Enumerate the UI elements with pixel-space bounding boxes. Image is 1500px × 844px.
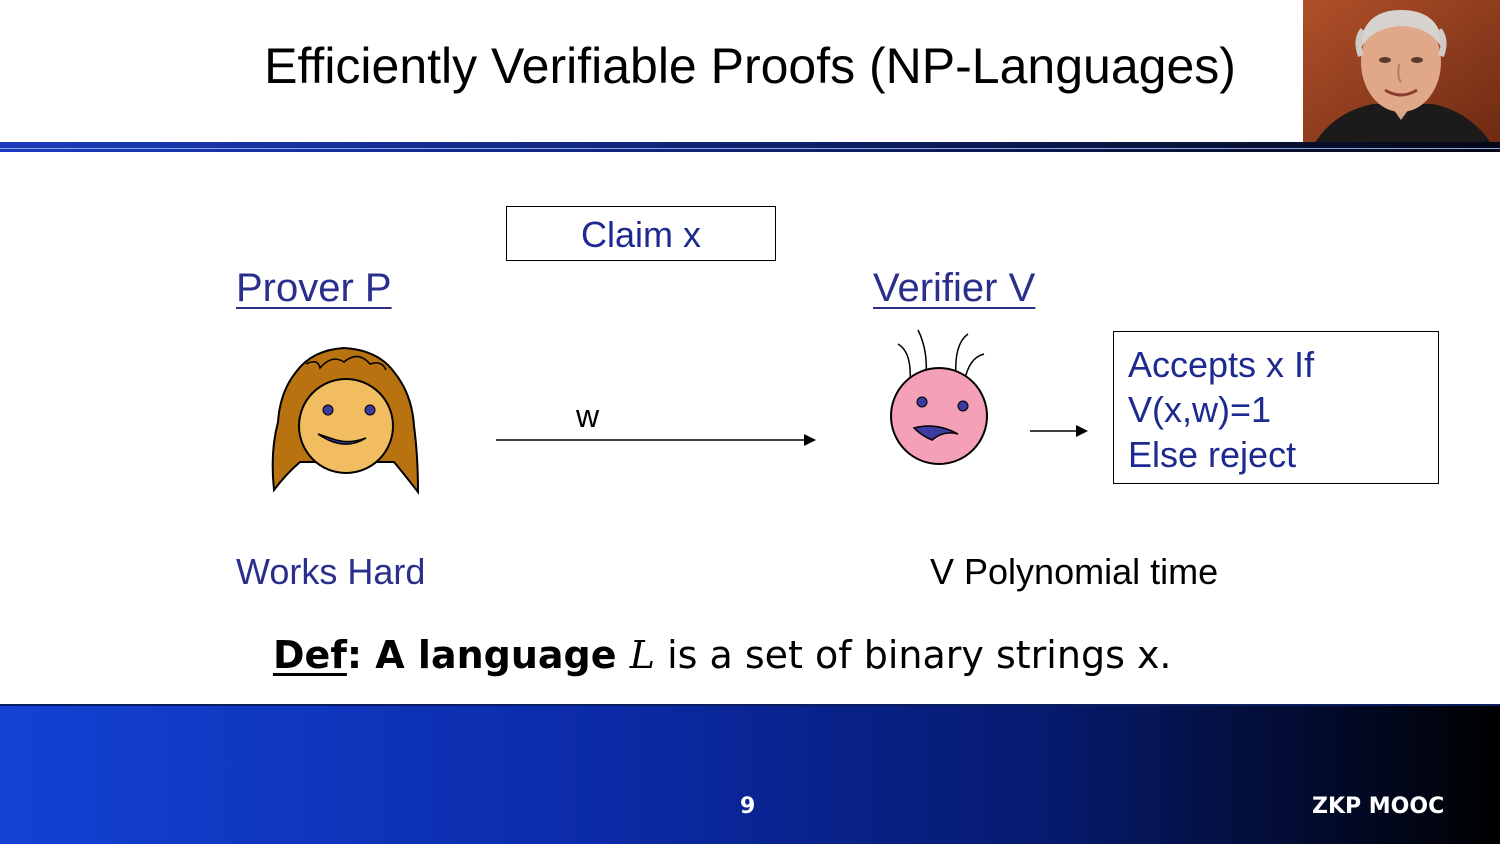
decision-line: V(x,w)=1: [1128, 389, 1272, 430]
presenter-photo: [1303, 0, 1500, 146]
decision-line: Else reject: [1128, 434, 1297, 475]
verifier-label: Verifier V: [873, 266, 1036, 310]
prover-face-icon: [271, 346, 420, 495]
slide-title: Efficiently Verifiable Proofs (NP-Langua…: [264, 38, 1236, 94]
definition-term: Def: [273, 633, 347, 677]
definition-colon: :: [346, 633, 363, 677]
language-definition: Def: A language L is a set of binary str…: [273, 633, 1172, 677]
witness-arrow: [496, 434, 816, 446]
definition-text: is a set of binary strings x.: [655, 633, 1172, 677]
page-number: 9: [740, 794, 756, 819]
footer-bar: 9 ZKP MOOC: [0, 704, 1500, 844]
definition-bold-text: A language: [362, 633, 630, 677]
course-name: ZKP MOOC: [1312, 794, 1445, 819]
witness-label: w: [576, 398, 600, 434]
decision-arrow: [1030, 425, 1088, 437]
prover-caption: Works Hard: [236, 551, 426, 592]
verifier-caption: V Polynomial time: [930, 551, 1219, 592]
title-divider: [0, 142, 1500, 152]
definition-variable: L: [629, 633, 655, 677]
decision-line: Accepts x If: [1128, 344, 1315, 385]
claim-box: Claim x: [506, 206, 776, 261]
verifier-face-icon: [890, 329, 988, 465]
prover-label: Prover P: [236, 266, 392, 310]
footer-divider: [0, 704, 1500, 706]
decision-box: Accepts x If V(x,w)=1 Else reject: [1113, 331, 1439, 484]
